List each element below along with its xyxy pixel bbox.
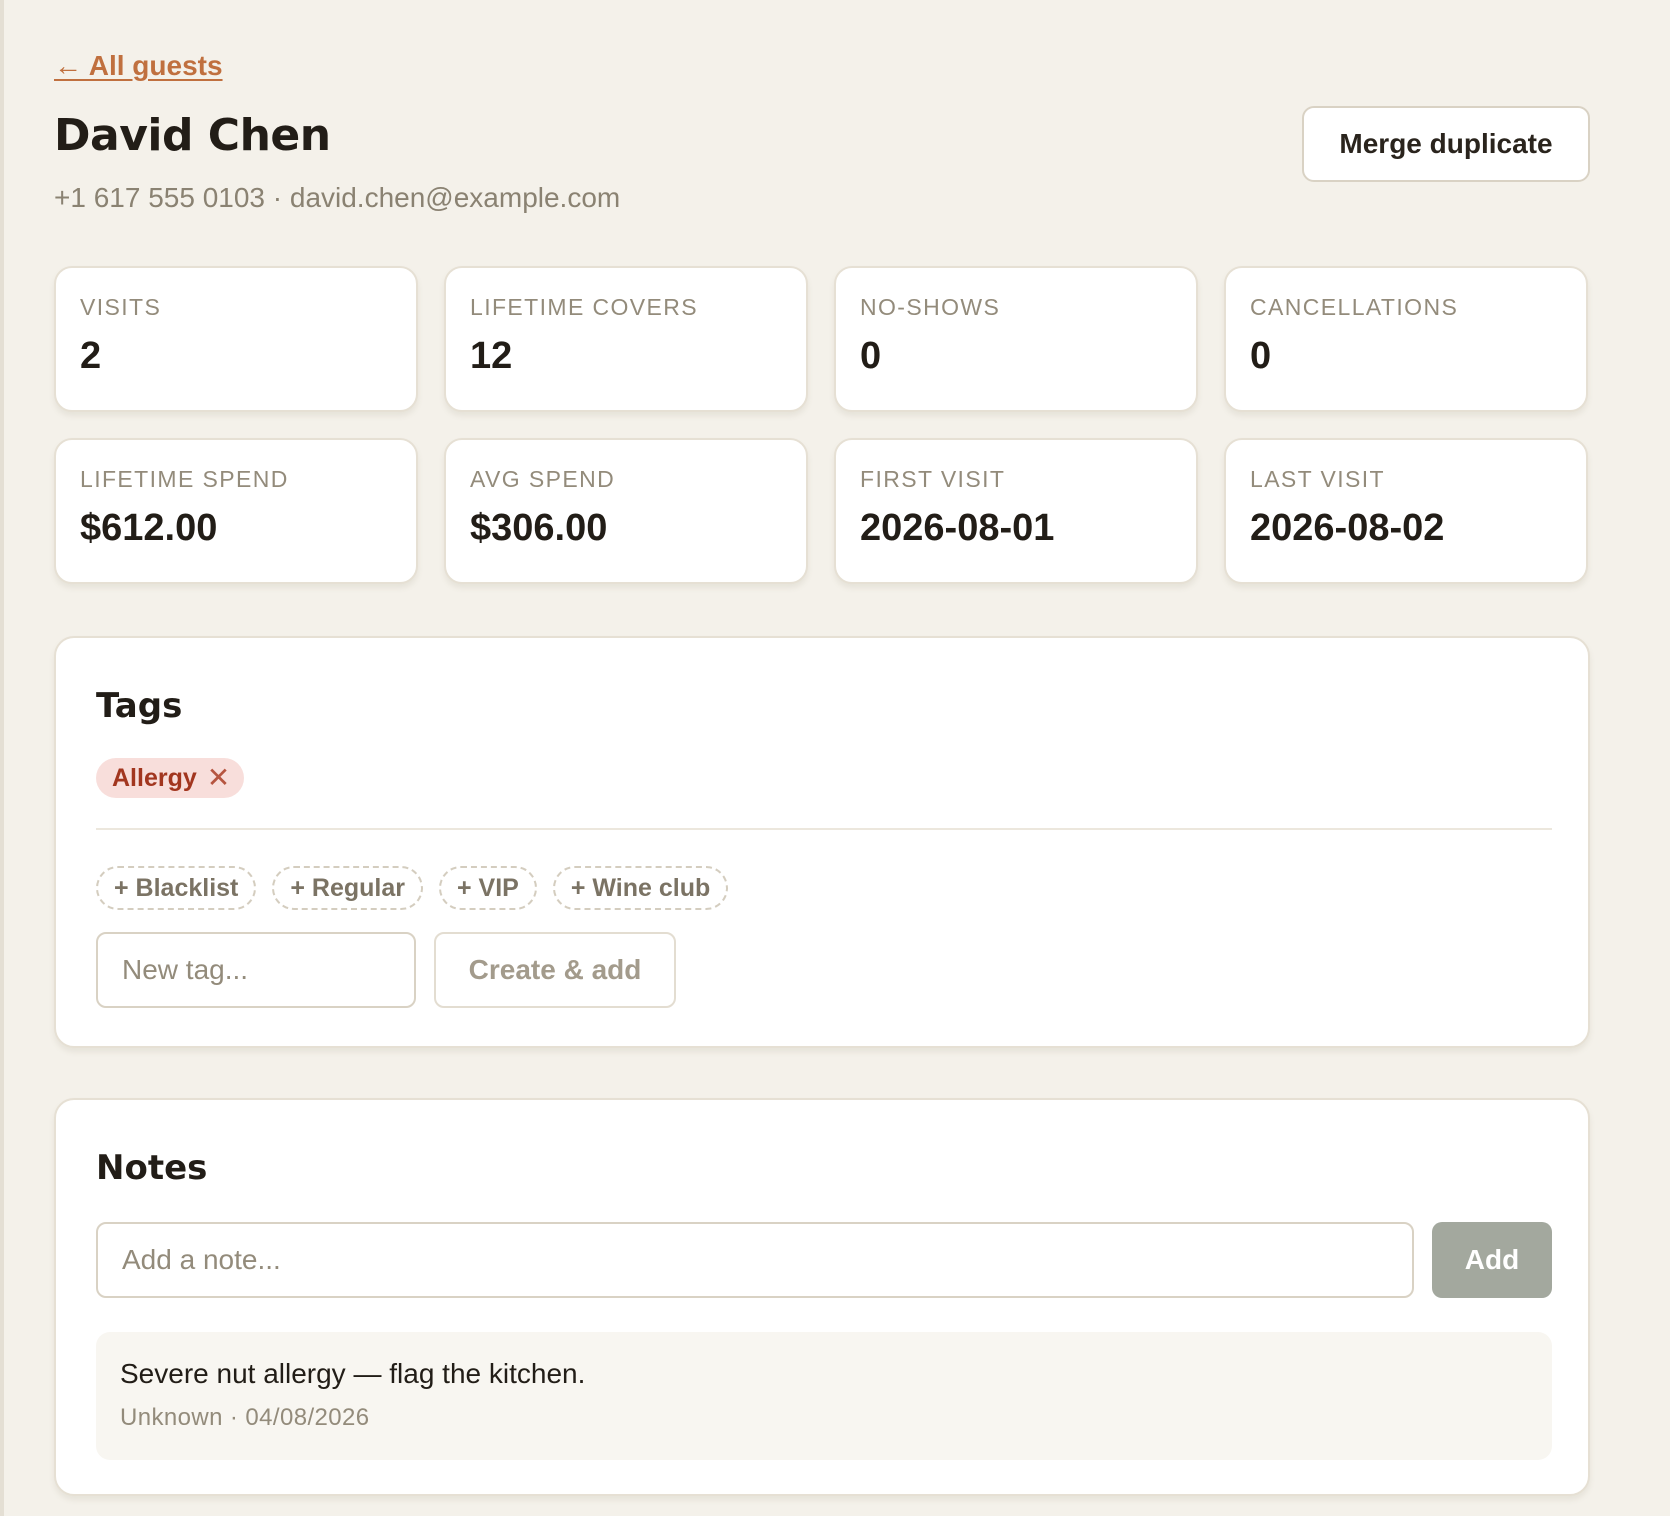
guest-name: David Chen: [54, 110, 331, 161]
tags-panel: Tags Allergy ✕ + Blacklist + Regular + V…: [54, 636, 1590, 1048]
tag-chip-label: Allergy: [112, 763, 197, 792]
remove-tag-icon[interactable]: ✕: [207, 764, 230, 792]
add-tag-regular[interactable]: + Regular: [272, 866, 424, 910]
stat-card-avg-spend: AVG SPEND $306.00: [444, 438, 808, 584]
stat-card-lifetime-spend: LIFETIME SPEND $612.00: [54, 438, 418, 584]
add-note-input[interactable]: [96, 1222, 1414, 1298]
stat-value: $306.00: [470, 507, 608, 549]
tag-suggestions: + Blacklist + Regular + VIP + Wine club: [96, 866, 729, 910]
add-tag-wine-club[interactable]: + Wine club: [552, 866, 729, 910]
stat-card-no-shows: NO-SHOWS 0: [834, 266, 1198, 412]
new-tag-input[interactable]: [96, 932, 416, 1008]
add-tag-blacklist[interactable]: + Blacklist: [96, 866, 257, 910]
add-note-button[interactable]: Add: [1432, 1222, 1552, 1298]
stat-label: CANCELLATIONS: [1250, 294, 1459, 320]
create-and-add-button[interactable]: Create & add: [434, 932, 676, 1008]
stat-value: 2026-08-02: [1250, 507, 1445, 549]
note-meta: Unknown · 04/08/2026: [120, 1404, 370, 1431]
stat-value: 0: [860, 335, 882, 377]
notes-panel: Notes Add Severe nut allergy — flag the …: [54, 1098, 1590, 1496]
stat-label: LIFETIME COVERS: [470, 294, 699, 320]
stat-label: FIRST VISIT: [860, 466, 1006, 492]
tags-title: Tags: [96, 686, 183, 726]
notes-title: Notes: [96, 1148, 208, 1188]
stat-label: LIFETIME SPEND: [80, 466, 289, 492]
stat-value: $612.00: [80, 507, 218, 549]
stat-card-visits: VISITS 2: [54, 266, 418, 412]
stat-value: 0: [1250, 335, 1272, 377]
back-to-all-guests-link[interactable]: ← All guests: [54, 50, 223, 82]
add-tag-vip[interactable]: + VIP: [439, 866, 537, 910]
guest-contact-info: +1 617 555 0103 · david.chen@example.com: [54, 182, 621, 213]
stat-card-first-visit: FIRST VISIT 2026-08-01: [834, 438, 1198, 584]
stat-label: AVG SPEND: [470, 466, 616, 492]
stat-label: LAST VISIT: [1250, 466, 1386, 492]
note-text: Severe nut allergy — flag the kitchen.: [120, 1358, 586, 1389]
merge-duplicate-button[interactable]: Merge duplicate: [1302, 106, 1590, 182]
stat-value: 2026-08-01: [860, 507, 1055, 549]
stat-card-lifetime-covers: LIFETIME COVERS 12: [444, 266, 808, 412]
stat-card-last-visit: LAST VISIT 2026-08-02: [1224, 438, 1588, 584]
stat-value: 12: [470, 335, 513, 377]
stat-value: 2: [80, 335, 102, 377]
tags-divider: [96, 828, 1552, 830]
tag-chip-allergy: Allergy ✕: [96, 758, 245, 798]
stat-card-cancellations: CANCELLATIONS 0: [1224, 266, 1588, 412]
stat-label: VISITS: [80, 294, 162, 320]
left-border: [0, 0, 4, 1516]
stats-grid: VISITS 2 LIFETIME COVERS 12 NO-SHOWS 0 C…: [54, 266, 1590, 584]
stat-label: NO-SHOWS: [860, 294, 1001, 320]
note-item: Severe nut allergy — flag the kitchen. U…: [96, 1332, 1552, 1460]
